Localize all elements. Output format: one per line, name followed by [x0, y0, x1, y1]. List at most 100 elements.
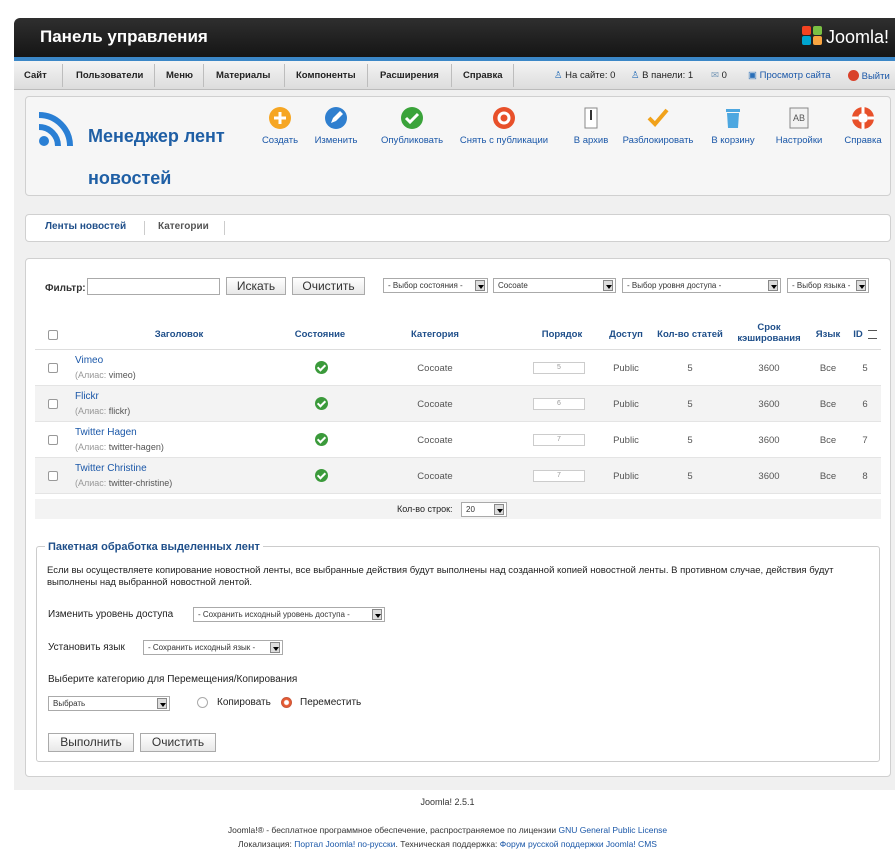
messages-count[interactable]: ✉ 0: [711, 70, 727, 81]
menu-extensions[interactable]: Расширения: [380, 70, 439, 81]
logout-link[interactable]: Выйти: [848, 70, 890, 82]
move-label: Переместить: [300, 697, 362, 708]
cache-cell: 3600: [758, 471, 780, 482]
col-access[interactable]: Доступ: [607, 329, 645, 340]
portal-link[interactable]: Портал Joomla! по-русски: [294, 839, 395, 849]
copy-label: Копировать: [217, 697, 271, 708]
batch-description: Если вы осуществляете копирование новост…: [47, 565, 834, 588]
access-select[interactable]: - Выбор уровня доступа -: [622, 278, 781, 293]
col-category[interactable]: Категория: [385, 329, 485, 340]
articles-cell: 5: [687, 363, 693, 374]
version-text: Joomla! 2.5.1: [420, 797, 475, 807]
state-select[interactable]: - Выбор состояния -: [383, 278, 488, 293]
menu-help[interactable]: Справка: [463, 70, 503, 81]
feed-alias: (Алиас: twitter-christine): [75, 478, 173, 488]
batch-clear-button[interactable]: Очистить: [140, 733, 216, 752]
tab-feeds[interactable]: Ленты новостей: [45, 221, 127, 232]
unlock-button[interactable]: Разблокировать: [620, 106, 696, 146]
localization-line: Локализация: Портал Joomla! по-русски. Т…: [238, 839, 657, 849]
published-check-icon[interactable]: [315, 469, 328, 482]
row-checkbox[interactable]: [48, 471, 58, 481]
feed-alias: (Алиас: flickr): [75, 406, 131, 416]
col-articles[interactable]: Кол-во статей: [650, 329, 730, 340]
feed-title-link[interactable]: Vimeo: [75, 355, 103, 366]
id-cell: 5: [862, 363, 868, 374]
filter-label: Фильтр:: [45, 283, 86, 294]
pencil-icon: [325, 107, 347, 129]
feed-title-link[interactable]: Flickr: [75, 391, 99, 402]
col-ordering[interactable]: Порядок: [530, 329, 594, 340]
preview-site-link[interactable]: ▣ Просмотр сайта: [748, 70, 831, 81]
help-icon: [852, 107, 874, 129]
category-cell: Cocoate: [417, 363, 453, 374]
feed-title-link[interactable]: Twitter Hagen: [75, 427, 137, 438]
plus-icon: [269, 107, 291, 129]
category-cell: Cocoate: [417, 471, 453, 482]
published-check-icon[interactable]: [315, 361, 328, 374]
unpublish-button[interactable]: Снять с публикации: [456, 106, 552, 146]
col-cache[interactable]: Срок кэширования: [733, 322, 805, 344]
check-icon: [401, 107, 423, 129]
col-title[interactable]: Заголовок: [129, 329, 229, 340]
sort-icon: [868, 330, 877, 339]
tab-categories[interactable]: Категории: [158, 221, 209, 232]
col-status[interactable]: Состояние: [285, 329, 355, 340]
menu-components[interactable]: Компоненты: [296, 70, 356, 81]
copy-radio[interactable]: [197, 697, 208, 708]
rows-count-select[interactable]: 20: [461, 502, 507, 517]
id-cell: 6: [862, 399, 868, 410]
header-title: Панель управления: [40, 27, 208, 46]
feed-alias: (Алиас: vimeo): [75, 370, 136, 380]
category-cell: Cocoate: [417, 399, 453, 410]
col-language[interactable]: Язык: [813, 329, 843, 340]
new-button[interactable]: Создать: [259, 106, 301, 146]
menu-content[interactable]: Материалы: [216, 70, 270, 81]
ordering-input[interactable]: 6: [533, 398, 585, 410]
help-button[interactable]: Справка: [841, 106, 885, 146]
svg-text:AB: AB: [793, 113, 805, 123]
menu-users[interactable]: Пользователи: [76, 70, 143, 81]
feed-title-link[interactable]: Twitter Christine: [75, 463, 147, 474]
unpublish-icon: [493, 107, 515, 129]
menu-site[interactable]: Сайт: [24, 70, 47, 81]
batch-language-label: Установить язык: [48, 642, 125, 653]
batch-submit-button[interactable]: Выполнить: [48, 733, 134, 752]
col-id[interactable]: ID: [850, 329, 866, 340]
id-cell: 7: [862, 435, 868, 446]
archive-button[interactable]: В архив: [570, 106, 612, 146]
clear-filter-button[interactable]: Очистить: [292, 277, 365, 295]
batch-legend: Пакетная обработка выделенных лент: [45, 541, 263, 553]
filter-input[interactable]: [87, 278, 220, 295]
published-check-icon[interactable]: [315, 397, 328, 410]
gpl-link[interactable]: GNU General Public License: [558, 825, 667, 835]
cache-cell: 3600: [758, 363, 780, 374]
access-cell: Public: [613, 435, 639, 446]
row-checkbox[interactable]: [48, 435, 58, 445]
forum-link[interactable]: Форум русской поддержки Joomla! CMS: [500, 839, 657, 849]
batch-access-select[interactable]: - Сохранить исходный уровень доступа -: [193, 607, 385, 622]
row-checkbox[interactable]: [48, 363, 58, 373]
monitor-icon: ▣: [748, 70, 757, 81]
ordering-input[interactable]: 7: [533, 434, 585, 446]
row-checkbox[interactable]: [48, 399, 58, 409]
ordering-input[interactable]: 5: [533, 362, 585, 374]
move-radio[interactable]: [281, 697, 292, 708]
language-select[interactable]: - Выбор языка -: [787, 278, 869, 293]
menu-menus[interactable]: Меню: [166, 70, 193, 81]
edit-button[interactable]: Изменить: [311, 106, 361, 146]
rows-count-label: Кол-во строк:: [397, 504, 453, 514]
ordering-input[interactable]: 7: [533, 470, 585, 482]
trash-button[interactable]: В корзину: [707, 106, 759, 146]
batch-category-select[interactable]: Выбрать: [48, 696, 170, 711]
batch-language-select[interactable]: - Сохранить исходный язык -: [143, 640, 283, 655]
table-row: Twitter Christine (Алиас: twitter-christ…: [35, 458, 881, 494]
select-all-checkbox[interactable]: [48, 330, 58, 340]
search-button[interactable]: Искать: [226, 277, 286, 295]
mail-icon: ✉: [711, 70, 719, 81]
published-check-icon[interactable]: [315, 433, 328, 446]
batch-access-label: Изменить уровень доступа: [48, 609, 174, 620]
feed-alias: (Алиас: twitter-hagen): [75, 442, 164, 452]
options-button[interactable]: AB Настройки: [773, 106, 825, 146]
publish-button[interactable]: Опубликовать: [377, 106, 447, 146]
category-select[interactable]: Cocoate: [493, 278, 616, 293]
